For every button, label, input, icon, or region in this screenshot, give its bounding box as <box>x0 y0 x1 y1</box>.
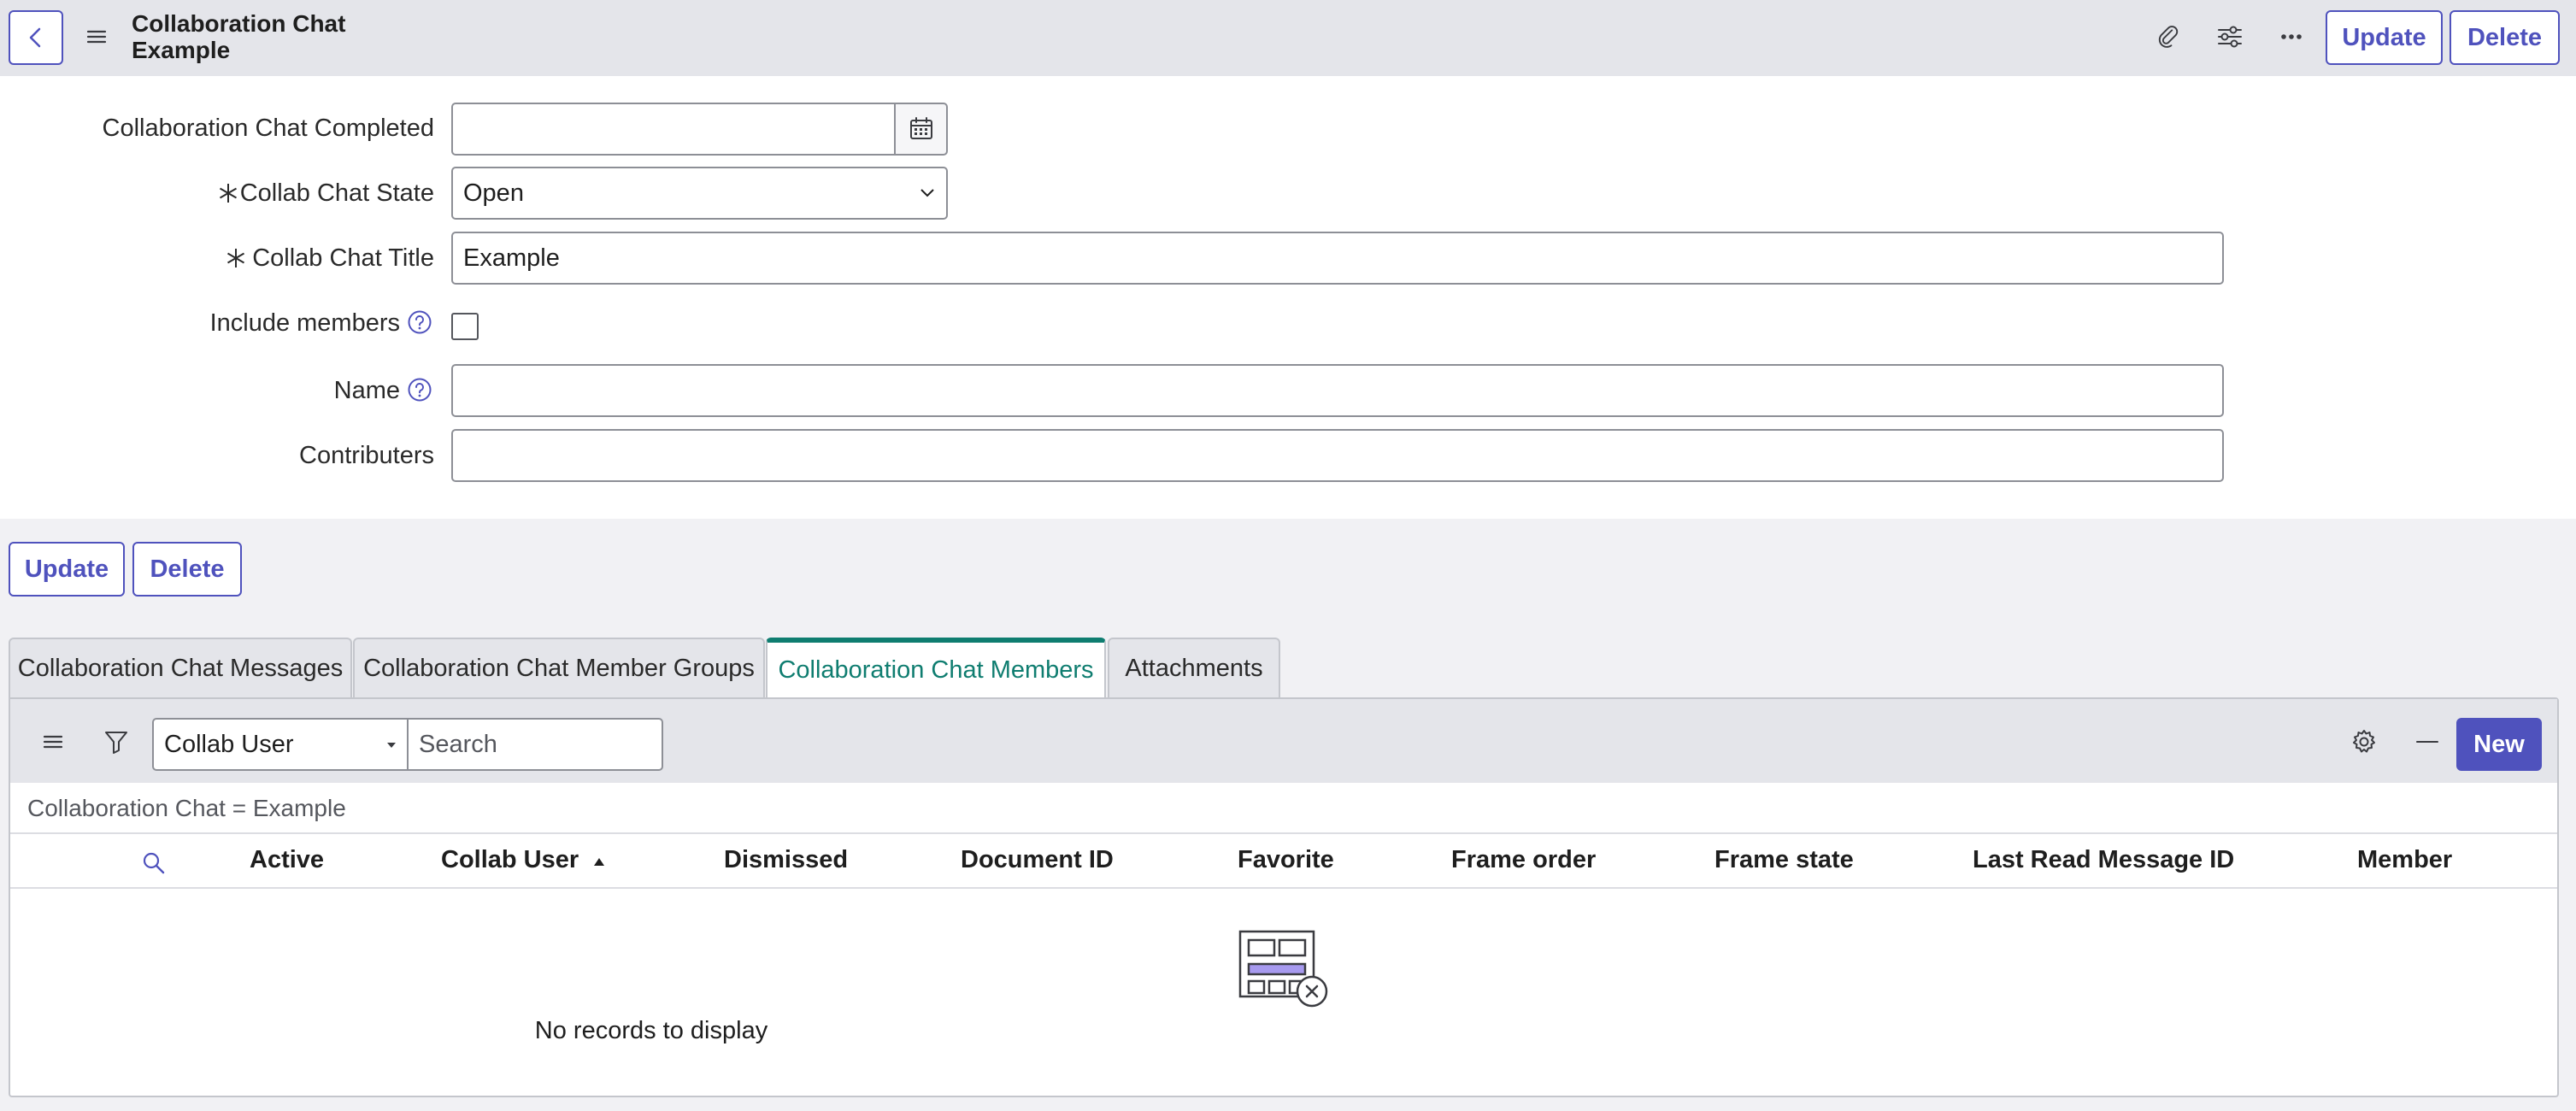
list-toolbar: Collab User Search New <box>10 699 2557 783</box>
required-star-icon <box>226 249 245 267</box>
state-select[interactable]: Open <box>451 167 948 220</box>
funnel-icon <box>105 732 127 754</box>
name-label: Name <box>333 377 400 404</box>
sort-ascending-icon <box>594 858 605 866</box>
form-delete-button[interactable]: Delete <box>132 542 242 597</box>
empty-list-message: No records to display <box>534 1017 768 1044</box>
form-section: Collaboration Chat Completed Collab Chat… <box>0 76 2576 519</box>
column-header-dismissed[interactable]: Dismissed <box>724 846 848 874</box>
search-field-value: Collab User <box>164 730 294 758</box>
collapse-list-button[interactable] <box>2410 725 2444 759</box>
title-label: Collab Chat Title <box>252 244 434 272</box>
header-update-button[interactable]: Update <box>2326 10 2443 65</box>
column-header-member[interactable]: Member <box>2357 846 2452 874</box>
column-header-favorite[interactable]: Favorite <box>1238 846 1334 874</box>
back-button[interactable] <box>9 10 63 65</box>
form-update-button[interactable]: Update <box>9 542 125 597</box>
help-icon[interactable] <box>407 377 432 403</box>
calendar-icon <box>909 117 932 139</box>
hamburger-icon <box>86 30 107 44</box>
completed-label: Collaboration Chat Completed <box>102 115 435 142</box>
filter-button[interactable] <box>99 725 133 759</box>
column-header-collab-user-label: Collab User <box>441 846 579 873</box>
title-input[interactable]: Example <box>451 232 2224 285</box>
tab-collaboration-chat-messages[interactable]: Collaboration Chat Messages <box>9 638 352 697</box>
page-title: Collaboration Chat Example <box>132 10 346 63</box>
state-select-value: Open <box>463 179 524 207</box>
filter-breadcrumb[interactable]: Collaboration Chat = Example <box>27 795 346 822</box>
required-star-icon <box>219 184 238 203</box>
hamburger-icon <box>43 735 63 749</box>
chevron-left-icon <box>29 27 41 48</box>
more-options-button[interactable] <box>2273 19 2309 55</box>
include-members-label: Include members <box>209 309 400 337</box>
column-header-frame-order[interactable]: Frame order <box>1451 846 1596 874</box>
contributers-label: Contributers <box>299 442 434 469</box>
personalize-form-button[interactable] <box>2212 19 2248 55</box>
search-icon[interactable] <box>142 851 166 875</box>
chevron-down-icon <box>920 189 934 197</box>
tab-collaboration-chat-members[interactable]: Collaboration Chat Members <box>766 638 1106 697</box>
sliders-icon <box>2218 26 2242 48</box>
help-icon[interactable] <box>407 309 432 335</box>
tab-collaboration-chat-member-groups[interactable]: Collaboration Chat Member Groups <box>353 638 765 697</box>
context-menu-button[interactable] <box>82 22 111 51</box>
state-label: Collab Chat State <box>239 179 434 207</box>
paperclip-icon <box>2158 26 2179 48</box>
column-header-collab-user[interactable]: Collab User <box>441 846 606 874</box>
ellipsis-icon <box>2281 34 2302 39</box>
contributers-input[interactable] <box>451 429 2224 482</box>
header-delete-button[interactable]: Delete <box>2450 10 2560 65</box>
column-header-last-read-message-id[interactable]: Last Read Message ID <box>1973 846 2234 874</box>
caret-down-icon <box>387 743 396 748</box>
minus-icon <box>2416 741 2438 743</box>
name-input[interactable] <box>451 364 2224 417</box>
list-search-input[interactable]: Search <box>407 718 663 771</box>
list-settings-button[interactable] <box>2347 725 2381 759</box>
completed-date-input[interactable] <box>451 103 896 156</box>
column-header-row: Active Collab User Dismissed Document ID… <box>10 832 2557 889</box>
new-record-button[interactable]: New <box>2456 718 2542 771</box>
search-field-select[interactable]: Collab User <box>152 718 409 771</box>
gear-icon <box>2353 730 2375 753</box>
empty-list-illustration <box>1238 930 1328 1008</box>
related-list: Collab User Search New Collaboration Cha… <box>9 697 2559 1097</box>
form-header: Collaboration Chat Example Update Delete <box>0 0 2576 76</box>
attachment-button[interactable] <box>2150 19 2186 55</box>
column-header-frame-state[interactable]: Frame state <box>1714 846 1854 874</box>
date-picker-button[interactable] <box>894 103 948 156</box>
include-members-checkbox[interactable] <box>451 313 479 340</box>
column-header-active[interactable]: Active <box>250 846 324 874</box>
tab-attachments[interactable]: Attachments <box>1108 638 1280 697</box>
column-header-document-id[interactable]: Document ID <box>961 846 1114 874</box>
list-menu-button[interactable] <box>36 725 70 759</box>
